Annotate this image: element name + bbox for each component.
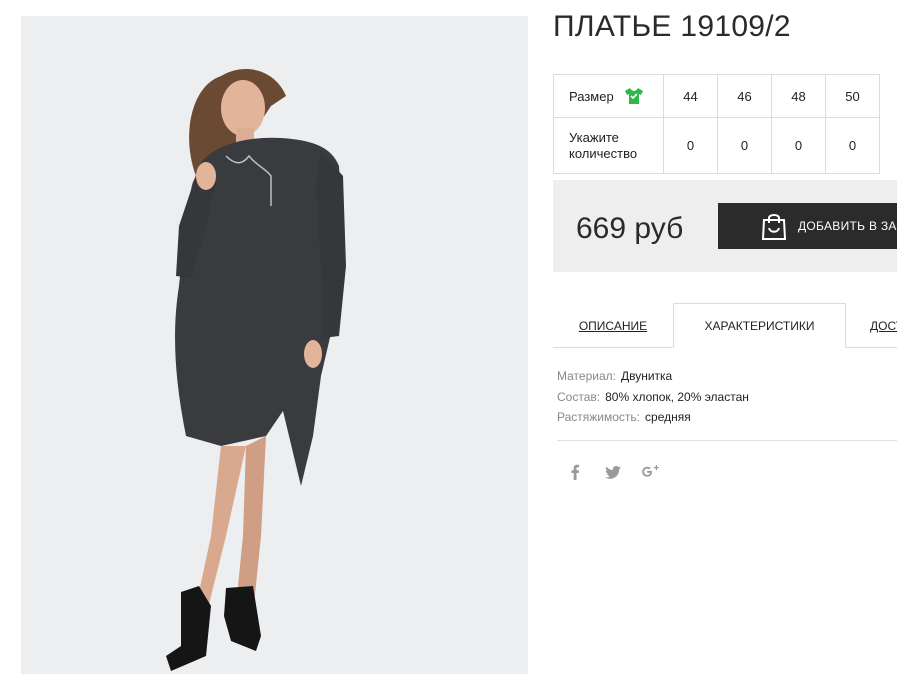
quantity-input-48[interactable]: 0	[771, 117, 826, 174]
size-label: Размер	[569, 88, 614, 104]
social-share	[565, 462, 661, 482]
size-option-44[interactable]: 44	[663, 74, 718, 118]
quantity-input-50[interactable]: 0	[825, 117, 880, 174]
quantity-label: Укажите количество	[569, 129, 638, 161]
tab-description[interactable]: ОПИСАНИЕ	[553, 303, 673, 348]
price-box: 669 руб ДОБАВИТЬ В ЗА	[553, 180, 897, 272]
spec-key: Растяжимость:	[557, 410, 641, 424]
spec-stretch: Растяжимость: средняя	[557, 407, 749, 428]
add-to-cart-button[interactable]: ДОБАВИТЬ В ЗА	[718, 203, 897, 249]
product-price: 669 руб	[576, 212, 684, 245]
spec-value: 80% хлопок, 20% эластан	[605, 389, 749, 404]
spec-material: Материал: Двунитка	[557, 366, 749, 387]
quantity-input-46[interactable]: 0	[717, 117, 772, 174]
quantity-label-cell: Укажите количество	[553, 117, 664, 174]
spec-key: Материал:	[557, 369, 616, 383]
product-tabs: ОПИСАНИЕ ХАРАКТЕРИСТИКИ ДОСТ	[553, 303, 897, 348]
google-plus-icon[interactable]	[641, 462, 661, 482]
size-label-cell: Размер	[553, 74, 664, 118]
product-photo[interactable]	[21, 16, 528, 674]
size-option-46[interactable]: 46	[717, 74, 772, 118]
size-option-48[interactable]: 48	[771, 74, 826, 118]
quantity-input-44[interactable]: 0	[663, 117, 718, 174]
characteristics-list: Материал: Двунитка Состав: 80% хлопок, 20%…	[557, 366, 749, 428]
spec-composition: Состав: 80% хлопок, 20% эластан	[557, 387, 749, 408]
size-option-50[interactable]: 50	[825, 74, 880, 118]
tab-delivery[interactable]: ДОСТ	[846, 303, 897, 348]
product-title: ПЛАТЬЕ 19109/2	[553, 10, 791, 43]
twitter-icon[interactable]	[603, 462, 623, 482]
model-illustration	[21, 16, 528, 674]
facebook-icon[interactable]	[565, 462, 585, 482]
shopping-bag-icon	[761, 214, 787, 240]
spec-value: средняя	[645, 410, 691, 424]
tshirt-size-icon[interactable]	[624, 87, 644, 105]
section-divider	[557, 440, 897, 441]
size-quantity-table: Размер 44 46 48 50 Укажите количество 0 …	[553, 74, 880, 174]
spec-value: Двунитка	[620, 369, 673, 383]
spec-key: Состав:	[557, 389, 601, 404]
tab-characteristics[interactable]: ХАРАКТЕРИСТИКИ	[673, 303, 846, 348]
add-to-cart-label: ДОБАВИТЬ В ЗА	[798, 219, 897, 233]
size-row: Размер 44 46 48 50	[553, 74, 880, 118]
quantity-row: Укажите количество 0 0 0 0	[553, 117, 880, 174]
